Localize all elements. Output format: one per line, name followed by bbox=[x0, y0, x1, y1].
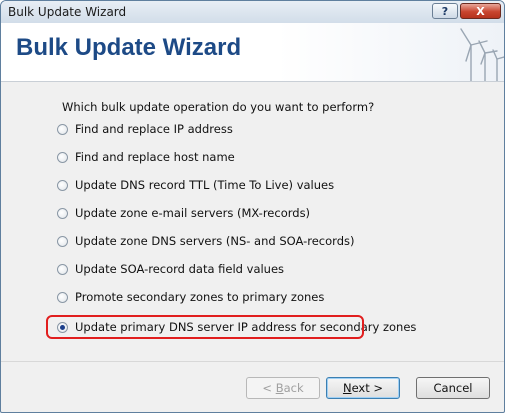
page-title: Bulk Update Wizard bbox=[16, 34, 242, 61]
option-update-ttl[interactable]: Update DNS record TTL (Time To Live) val… bbox=[57, 176, 334, 194]
selection-highlight bbox=[46, 315, 364, 339]
option-label: Update DNS record TTL (Time To Live) val… bbox=[75, 178, 335, 192]
wind-turbines-icon bbox=[460, 28, 504, 81]
question-label: Which bulk update operation do you want … bbox=[62, 100, 375, 114]
radio-button[interactable] bbox=[57, 151, 68, 163]
option-label: Find and replace IP address bbox=[75, 122, 233, 136]
radio-button[interactable] bbox=[57, 207, 68, 219]
next-mnemonic: N bbox=[342, 381, 352, 395]
radio-button[interactable] bbox=[57, 179, 68, 191]
wizard-window: Bulk Update Wizard ? X Bulk Update Wizar… bbox=[0, 0, 505, 413]
option-label: Update zone e-mail servers (MX-records) bbox=[75, 206, 311, 220]
wizard-header: Bulk Update Wizard bbox=[1, 23, 504, 82]
option-find-replace-ip[interactable]: Find and replace IP address bbox=[57, 120, 233, 138]
option-promote-secondary[interactable]: Promote secondary zones to primary zones bbox=[57, 288, 324, 306]
back-rest: ack bbox=[283, 381, 304, 395]
option-find-replace-host[interactable]: Find and replace host name bbox=[57, 148, 235, 166]
cancel-button[interactable]: Cancel bbox=[416, 377, 490, 399]
back-mnemonic: B bbox=[275, 381, 284, 395]
back-prefix: < bbox=[262, 381, 276, 395]
radio-button[interactable] bbox=[57, 263, 68, 275]
footer-divider bbox=[1, 361, 504, 362]
next-button[interactable]: Next > bbox=[326, 377, 400, 399]
option-label: Promote secondary zones to primary zones bbox=[75, 290, 325, 304]
close-button[interactable]: X bbox=[460, 3, 501, 19]
option-update-ns-soa[interactable]: Update zone DNS servers (NS- and SOA-rec… bbox=[57, 232, 354, 250]
option-label: Update zone DNS servers (NS- and SOA-rec… bbox=[75, 234, 355, 248]
title-bar[interactable]: Bulk Update Wizard ? X bbox=[1, 1, 504, 24]
help-button[interactable]: ? bbox=[432, 3, 458, 19]
back-button[interactable]: < Back bbox=[246, 377, 320, 399]
option-label: Find and replace host name bbox=[75, 150, 235, 164]
option-label: Update SOA-record data field values bbox=[75, 262, 285, 276]
radio-button[interactable] bbox=[57, 235, 68, 247]
option-update-soa-fields[interactable]: Update SOA-record data field values bbox=[57, 260, 284, 278]
option-update-mx[interactable]: Update zone e-mail servers (MX-records) bbox=[57, 204, 310, 222]
next-rest: ext > bbox=[351, 381, 384, 395]
radio-button[interactable] bbox=[57, 291, 68, 303]
radio-button[interactable] bbox=[57, 123, 68, 135]
window-title: Bulk Update Wizard bbox=[8, 5, 127, 19]
